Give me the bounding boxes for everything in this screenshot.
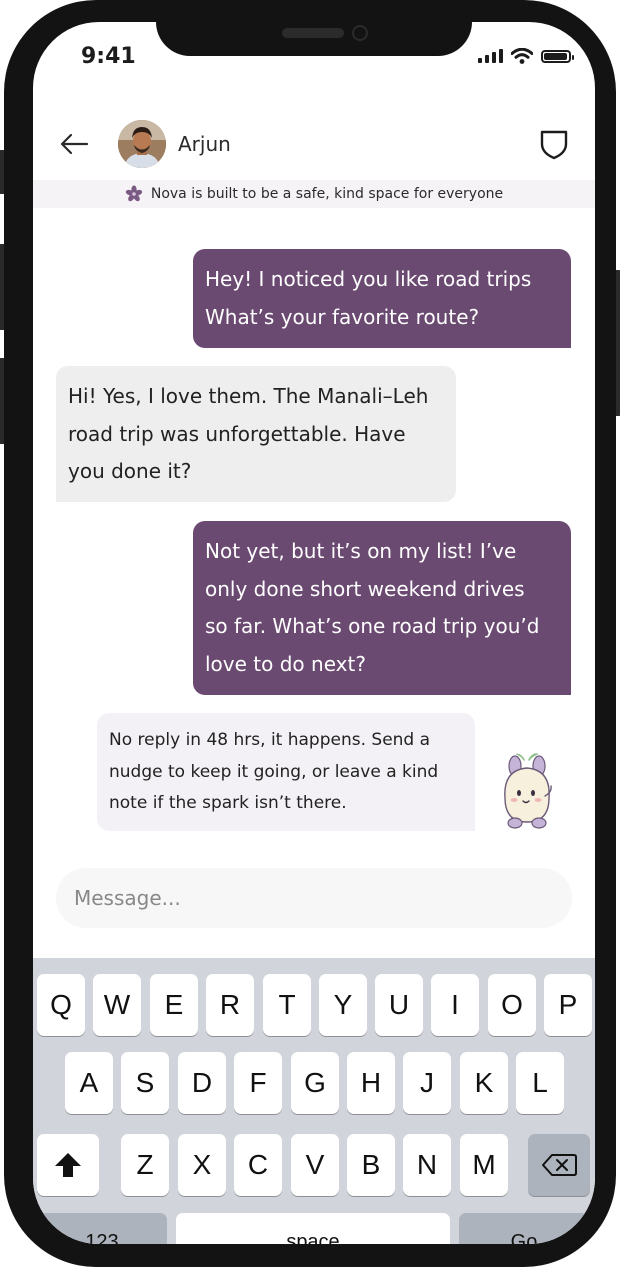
nudge-card[interactable]: No reply in 48 hrs, it happens. Send a n… (97, 713, 475, 831)
key-l[interactable]: L (516, 1052, 564, 1114)
safety-banner: Nova is built to be a safe, kind space f… (33, 180, 595, 208)
key-f[interactable]: F (234, 1052, 282, 1114)
message-received[interactable]: Hi! Yes, I love them. The Manali–Leh roa… (56, 366, 456, 502)
nudge-line: No reply in 48 hrs, it happens. Send a (109, 730, 431, 750)
message-line: Hi! Yes, I love them. The Manali–Leh (68, 384, 429, 408)
message-sent[interactable]: Hey! I noticed you like road trips What’… (193, 249, 571, 348)
key-p[interactable]: P (544, 974, 592, 1036)
key-w[interactable]: W (93, 974, 141, 1036)
flower-icon (125, 185, 143, 202)
key-j[interactable]: J (403, 1052, 451, 1114)
nudge-line: nudge to keep it going, or leave a kind (109, 761, 439, 782)
message-line: only done short weekend drives (205, 576, 525, 601)
mute-switch (0, 150, 4, 194)
key-g[interactable]: G (291, 1052, 339, 1114)
key-t[interactable]: T (263, 974, 311, 1036)
backspace-icon (542, 1154, 577, 1176)
message-line: What’s your favorite route? (205, 304, 480, 329)
shift-icon (55, 1153, 81, 1177)
key-v[interactable]: V (291, 1134, 339, 1196)
key-c[interactable]: C (234, 1134, 282, 1196)
mascot-icon (504, 753, 552, 829)
status-time: 9:41 (81, 44, 136, 69)
key-s[interactable]: S (121, 1052, 169, 1114)
shift-key[interactable] (37, 1134, 99, 1196)
key-z[interactable]: Z (121, 1134, 169, 1196)
power-button (616, 270, 620, 416)
battery-icon (541, 49, 574, 63)
screen: 9:41 Arjun Nova is built to be a safe, k… (33, 22, 595, 1244)
space-key[interactable]: space (176, 1213, 450, 1244)
message-line: Not yet, but it’s on my list! I’ve (205, 539, 517, 563)
wifi-icon (511, 48, 533, 64)
avatar-photo (118, 120, 166, 168)
message-input[interactable]: Message... (56, 868, 572, 928)
numbers-key[interactable]: 123 (37, 1213, 167, 1244)
speaker (282, 28, 344, 38)
signal-icon (478, 49, 503, 63)
message-line: you done it? (68, 459, 192, 483)
volume-up-button (0, 244, 4, 330)
notch (156, 22, 472, 56)
front-camera (352, 25, 368, 41)
message-line: road trip was unforgettable. Have (68, 421, 406, 446)
key-r[interactable]: R (206, 974, 254, 1036)
key-q[interactable]: Q (37, 974, 85, 1036)
contact-name[interactable]: Arjun (178, 132, 231, 156)
message-sent[interactable]: Not yet, but it’s on my list! I’ve only … (193, 521, 571, 695)
go-key[interactable]: Go (459, 1213, 589, 1244)
key-u[interactable]: U (375, 974, 423, 1036)
key-b[interactable]: B (347, 1134, 395, 1196)
avatar[interactable] (118, 120, 166, 168)
key-d[interactable]: D (178, 1052, 226, 1114)
shield-icon[interactable] (539, 128, 569, 160)
key-i[interactable]: I (431, 974, 479, 1036)
key-a[interactable]: A (65, 1052, 113, 1114)
backspace-key[interactable] (528, 1134, 590, 1196)
back-arrow-icon[interactable] (59, 132, 89, 156)
status-icons (478, 48, 574, 64)
phone-frame: 9:41 Arjun Nova is built to be a safe, k… (0, 0, 620, 1267)
key-y[interactable]: Y (319, 974, 367, 1036)
keyboard: Q W E R T Y U I O P A S D F G H J K L Z (33, 958, 595, 1244)
chat-header: Arjun (33, 120, 595, 170)
message-line: love to do next? (205, 651, 366, 676)
key-x[interactable]: X (178, 1134, 226, 1196)
key-o[interactable]: O (488, 974, 536, 1036)
message-line: Hey! I noticed you like road trips (205, 267, 532, 291)
key-h[interactable]: H (347, 1052, 395, 1114)
message-line: so far. What’s one road trip you’d (205, 614, 540, 638)
key-e[interactable]: E (150, 974, 198, 1036)
key-k[interactable]: K (460, 1052, 508, 1114)
safety-banner-text: Nova is built to be a safe, kind space f… (150, 186, 504, 202)
message-input-placeholder: Message... (74, 886, 181, 910)
key-m[interactable]: M (460, 1134, 508, 1196)
nudge-line: note if the spark isn’t there. (109, 793, 347, 813)
key-n[interactable]: N (403, 1134, 451, 1196)
volume-down-button (0, 358, 4, 444)
